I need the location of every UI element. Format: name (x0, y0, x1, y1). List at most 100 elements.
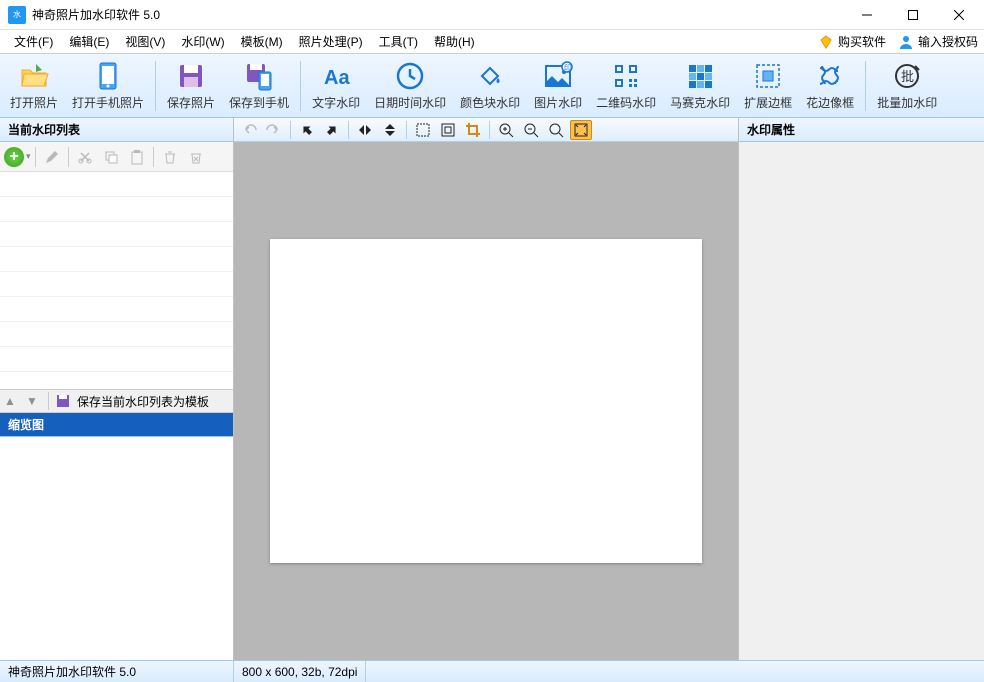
canvas-button[interactable] (437, 120, 459, 140)
zoom-in-icon (498, 122, 514, 138)
user-icon (898, 34, 914, 50)
bucket-icon (474, 60, 506, 92)
svg-text:印: 印 (564, 64, 571, 72)
right-panel: 水印属性 (738, 118, 984, 660)
window-title: 神奇照片加水印软件 5.0 (32, 6, 160, 23)
save-template-button[interactable]: 保存当前水印列表为模板 (77, 393, 209, 410)
zoom-fit-button[interactable] (570, 120, 592, 140)
wm-list-tools: + ▾ (0, 142, 233, 172)
color-watermark-button[interactable]: 颜色块水印 (454, 57, 526, 115)
crop-button[interactable] (462, 120, 484, 140)
datetime-watermark-button[interactable]: 日期时间水印 (368, 57, 452, 115)
redo-button[interactable] (263, 120, 285, 140)
rotate-r-icon (324, 122, 340, 138)
open-photo-button[interactable]: 打开照片 (4, 57, 64, 115)
flip-h-icon (357, 122, 373, 138)
menu-help[interactable]: 帮助(H) (426, 31, 483, 52)
save-template-icon (55, 393, 71, 409)
close-icon (954, 10, 964, 20)
batch-watermark-button[interactable]: 批 批量加水印 (871, 57, 943, 115)
main-toolbar: 打开照片 打开手机照片 保存照片 保存到手机 Aa 文字水印 日期时间水印 颜色… (0, 54, 984, 118)
cut-wm-button[interactable] (73, 145, 97, 169)
edit-wm-button[interactable] (40, 145, 64, 169)
close-button[interactable] (936, 0, 982, 30)
preview-header: 缩览图 (0, 413, 233, 437)
paste-icon (129, 149, 145, 165)
flip-v-icon (382, 122, 398, 138)
zoom-out-button[interactable] (520, 120, 542, 140)
move-up-icon[interactable]: ▲ (4, 394, 20, 408)
menu-photo[interactable]: 照片处理(P) (291, 31, 371, 52)
zoom-1-icon (548, 122, 564, 138)
auth-link[interactable]: 输入授权码 (898, 33, 978, 50)
menu-watermark[interactable]: 水印(W) (173, 31, 232, 52)
image-watermark-button[interactable]: 印 图片水印 (528, 57, 588, 115)
text-icon: Aa (320, 60, 352, 92)
menu-view[interactable]: 视图(V) (117, 31, 173, 52)
zoom-in-button[interactable] (495, 120, 517, 140)
scissors-icon (77, 149, 93, 165)
wm-list-header: 当前水印列表 (0, 118, 233, 142)
rotate-left-button[interactable] (296, 120, 318, 140)
buy-link[interactable]: 购买软件 (818, 33, 886, 50)
save-photo-button[interactable]: 保存照片 (161, 57, 221, 115)
minimize-button[interactable] (844, 0, 890, 30)
svg-text:Aa: Aa (324, 67, 350, 89)
props-content (739, 142, 984, 660)
phone-icon (92, 60, 124, 92)
mosaic-watermark-button[interactable]: 马赛克水印 (664, 57, 736, 115)
minimize-icon (862, 10, 872, 20)
clock-icon (394, 60, 426, 92)
list-item (0, 172, 233, 197)
canvas-icon (440, 122, 456, 138)
delete-wm-button[interactable] (158, 145, 182, 169)
undo-button[interactable] (238, 120, 260, 140)
save-icon (175, 60, 207, 92)
expand-border-button[interactable]: 扩展边框 (738, 57, 798, 115)
zoom-actual-button[interactable] (545, 120, 567, 140)
save-phone-button[interactable]: 保存到手机 (223, 57, 295, 115)
menu-edit[interactable]: 编辑(E) (61, 31, 117, 52)
wm-list[interactable] (0, 172, 233, 389)
mosaic-icon (684, 60, 716, 92)
props-header: 水印属性 (739, 118, 984, 142)
canvas[interactable] (270, 239, 702, 563)
statusbar: 神奇照片加水印软件 5.0 800 x 600, 32b, 72dpi (0, 660, 984, 682)
menu-template[interactable]: 模板(M) (233, 31, 291, 52)
zoom-out-icon (523, 122, 539, 138)
add-wm-button[interactable]: + (4, 147, 24, 167)
text-watermark-button[interactable]: Aa 文字水印 (306, 57, 366, 115)
resize-button[interactable] (412, 120, 434, 140)
qr-watermark-button[interactable]: 二维码水印 (590, 57, 662, 115)
open-phone-button[interactable]: 打开手机照片 (66, 57, 150, 115)
titlebar: 水 神奇照片加水印软件 5.0 (0, 0, 984, 30)
batch-icon: 批 (891, 60, 923, 92)
zoom-fit-icon (573, 122, 589, 138)
undo-icon (241, 122, 257, 138)
lace-frame-button[interactable]: 花边像框 (800, 57, 860, 115)
svg-text:批: 批 (901, 69, 914, 84)
app-icon: 水 (8, 6, 26, 24)
menu-file[interactable]: 文件(F) (6, 31, 61, 52)
trash-x-icon (188, 149, 204, 165)
copy-icon (103, 149, 119, 165)
flip-h-button[interactable] (354, 120, 376, 140)
maximize-button[interactable] (890, 0, 936, 30)
maximize-icon (908, 10, 918, 20)
clear-wm-button[interactable] (184, 145, 208, 169)
menu-tools[interactable]: 工具(T) (371, 31, 426, 52)
copy-wm-button[interactable] (99, 145, 123, 169)
flip-v-button[interactable] (379, 120, 401, 140)
paste-wm-button[interactable] (125, 145, 149, 169)
left-panel: 当前水印列表 + ▾ ▲ ▼ 保存当前水印列表为模板 缩览图 (0, 118, 234, 660)
image-icon: 印 (542, 60, 574, 92)
crop-icon (465, 122, 481, 138)
rotate-right-button[interactable] (321, 120, 343, 140)
center-panel (234, 118, 738, 660)
status-info: 800 x 600, 32b, 72dpi (234, 661, 366, 682)
canvas-area[interactable] (234, 142, 738, 660)
qr-icon (610, 60, 642, 92)
save-phone-icon (243, 60, 275, 92)
move-down-icon[interactable]: ▼ (26, 394, 42, 408)
trash-icon (162, 149, 178, 165)
